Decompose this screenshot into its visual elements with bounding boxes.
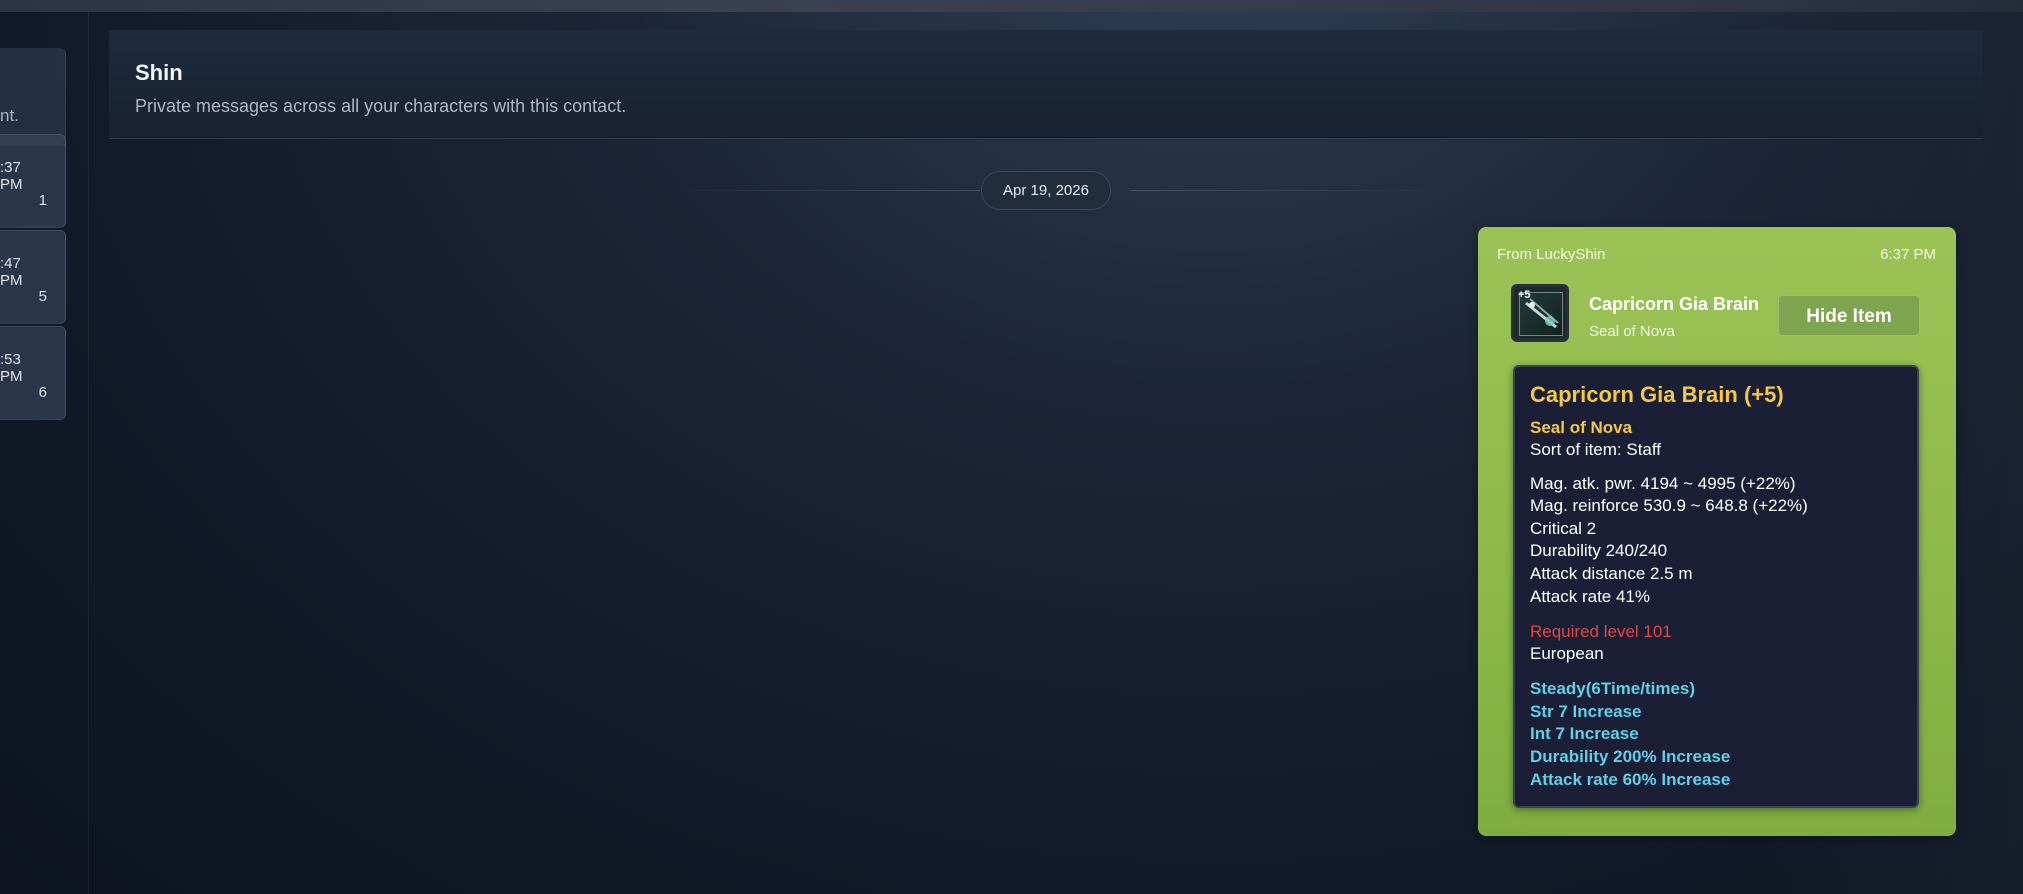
tooltip-stat: Mag. atk. pwr. 4194 ~ 4995 (+22%) xyxy=(1530,474,1796,493)
hide-item-button[interactable]: Hide Item xyxy=(1778,295,1920,336)
tooltip-set-name: Seal of Nova xyxy=(1530,418,1633,437)
item-name: Capricorn Gia Brain xyxy=(1589,294,1760,314)
staff-item-icon[interactable]: +5 xyxy=(1511,284,1569,342)
message-sender: From LuckyShin xyxy=(1497,246,1606,263)
tooltip-stat: Durability 240/240 xyxy=(1530,541,1668,560)
sidebar-hint: nt. xyxy=(0,48,66,146)
tooltip-sort: Sort of item: Staff xyxy=(1530,440,1662,459)
thread-time: :47 PM xyxy=(0,255,23,289)
thread-count: 6 xyxy=(38,384,47,401)
contact-name: Shin xyxy=(135,60,183,85)
message-time: 6:37 PM xyxy=(1880,246,1936,263)
thread-time: :37 PM xyxy=(0,159,23,193)
tooltip-stat: Attack rate 41% xyxy=(1530,587,1651,606)
tooltip-title: Capricorn Gia Brain (+5) xyxy=(1530,382,1784,407)
thread-count: 1 xyxy=(38,192,47,209)
date-divider: Apr 19, 2026 xyxy=(981,171,1111,210)
item-plus-badge: +5 xyxy=(1518,289,1531,301)
thread-count: 5 xyxy=(38,288,47,305)
date-divider-line-left xyxy=(660,190,980,191)
tooltip-stat: Attack distance 2.5 m xyxy=(1530,564,1693,583)
conversation-header: Shin Private messages across all your ch… xyxy=(109,30,1983,139)
tooltip-required-level: Required level 101 xyxy=(1530,622,1672,641)
tooltip-blue-stat: Str 7 Increase xyxy=(1530,702,1642,721)
sidebar-hint-text: nt. xyxy=(0,106,19,125)
tooltip-race: European xyxy=(1530,644,1604,663)
header-subtitle: Private messages across all your charact… xyxy=(135,96,627,116)
tooltip-blue-stat: Int 7 Increase xyxy=(1530,724,1639,743)
message-bubble: From LuckyShin 6:37 PM +5 Capricorn Gia … xyxy=(1478,227,1956,836)
tooltip-stat: Mag. reinforce 530.9 ~ 648.8 (+22%) xyxy=(1530,496,1808,515)
tooltip-stat: Critical 2 xyxy=(1530,519,1597,538)
thread-item[interactable]: :53 PM 6 xyxy=(0,326,66,420)
thread-time: :53 PM xyxy=(0,351,23,385)
tooltip-blue-stat: Durability 200% Increase xyxy=(1530,747,1731,766)
tooltip-blue-stat: Steady(6Time/times) xyxy=(1530,679,1696,698)
conversation-sidebar: nt. :37 PM 1 :47 PM 5 :53 PM 6 xyxy=(0,12,89,894)
top-strip xyxy=(0,0,2023,12)
thread-item[interactable]: :37 PM 1 xyxy=(0,134,66,228)
item-tooltip: Capricorn Gia Brain (+5) Seal of Nova So… xyxy=(1513,365,1919,808)
tooltip-blue-stat: Attack rate 60% Increase xyxy=(1530,770,1731,789)
item-set-name: Seal of Nova xyxy=(1589,323,1675,340)
date-divider-line-right xyxy=(1130,190,1450,191)
thread-item[interactable]: :47 PM 5 xyxy=(0,230,66,324)
